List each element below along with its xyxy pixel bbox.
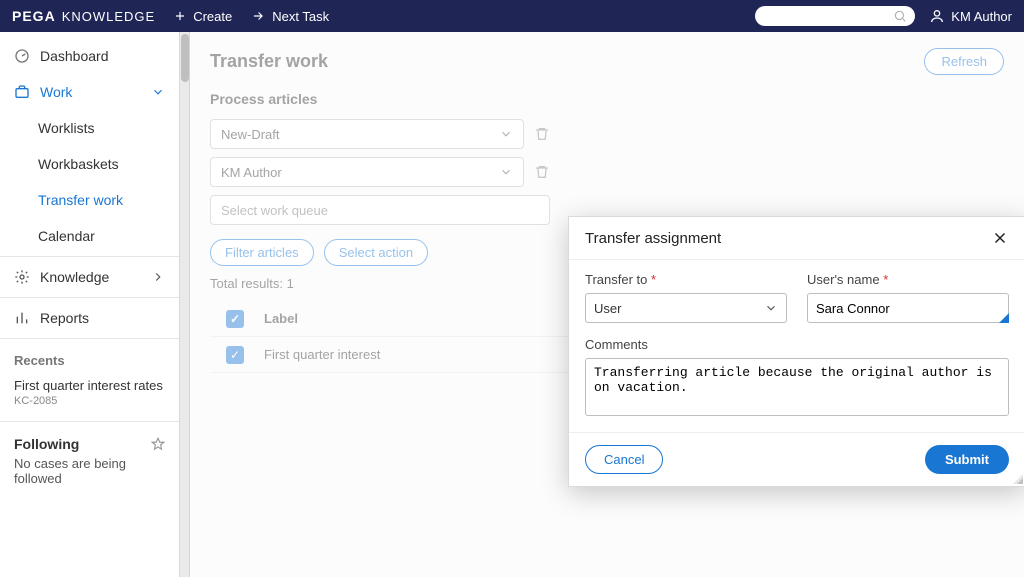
sidebar-item-transfer-work[interactable]: Transfer work [0,182,179,218]
next-task-button[interactable]: Next Task [250,9,329,24]
chevron-right-icon [151,270,165,284]
divider [0,421,179,422]
plus-icon [173,9,187,23]
recents-title: Recents [14,353,165,368]
chevron-down-icon [151,85,165,99]
brand: PEGA KNOWLEDGE [12,8,155,24]
user-name-label: User's name * [807,272,1009,287]
recent-item-label: First quarter interest rates [14,378,165,393]
create-button[interactable]: Create [173,9,232,24]
sidebar-item-label: Worklists [38,120,95,136]
close-button[interactable] [991,229,1009,247]
sidebar-item-label: Calendar [38,228,95,244]
arrow-right-icon [250,9,266,23]
transfer-assignment-modal: Transfer assignment Transfer to * User U… [568,216,1024,487]
gear-icon [14,269,30,285]
next-task-label: Next Task [272,9,329,24]
main: Transfer work Refresh Process articles N… [190,32,1024,577]
autocomplete-indicator [999,313,1009,323]
sidebar-item-calendar[interactable]: Calendar [0,218,179,254]
user-name: KM Author [951,9,1012,24]
transfer-to-select[interactable]: User [585,293,787,323]
sidebar-item-label: Transfer work [38,192,123,208]
recent-item[interactable]: First quarter interest rates KC-2085 [14,378,165,407]
sidebar-item-reports[interactable]: Reports [0,300,179,336]
modal-title: Transfer assignment [585,230,721,247]
sidebar-item-label: Work [40,84,72,100]
search-icon [893,9,907,23]
close-icon [991,229,1009,247]
sidebar-item-label: Knowledge [40,269,109,285]
following-empty: No cases are being followed [14,456,165,486]
sidebar: Dashboard Work Worklists Workbaskets Tra… [0,32,180,577]
user-icon [929,8,945,24]
submit-button[interactable]: Submit [925,445,1009,474]
transfer-to-value: User [594,301,621,316]
star-icon[interactable] [151,437,165,451]
sidebar-item-dashboard[interactable]: Dashboard [0,38,179,74]
transfer-to-label: Transfer to * [585,272,787,287]
resize-handle[interactable] [1011,472,1023,484]
user-menu[interactable]: KM Author [929,8,1012,24]
following-title: Following [14,436,79,452]
chevron-down-icon [764,301,778,315]
sidebar-item-workbaskets[interactable]: Workbaskets [0,146,179,182]
global-search[interactable] [755,6,915,26]
sidebar-item-label: Dashboard [40,48,109,64]
required-asterisk: * [651,272,656,287]
recent-item-id: KC-2085 [14,395,165,407]
comments-label: Comments [585,337,1009,352]
scrollbar-thumb[interactable] [181,34,189,82]
sidebar-item-label: Reports [40,310,89,326]
cancel-button[interactable]: Cancel [585,445,663,474]
following-section: Following No cases are being followed [0,424,179,498]
sidebar-scrollbar[interactable] [180,32,190,577]
nav: Dashboard Work Worklists Workbaskets Tra… [0,32,179,341]
sidebar-item-label: Workbaskets [38,156,119,172]
brand-sub: KNOWLEDGE [62,9,156,24]
briefcase-icon [14,84,30,100]
divider [0,297,179,298]
sidebar-item-knowledge[interactable]: Knowledge [0,259,179,295]
divider [0,338,179,339]
create-label: Create [193,9,232,24]
gauge-icon [14,48,30,64]
recents-section: Recents First quarter interest rates KC-… [0,341,179,419]
divider [0,256,179,257]
app-header: PEGA KNOWLEDGE Create Next Task KM Autho… [0,0,1024,32]
sidebar-item-work[interactable]: Work [0,74,179,110]
label-text: Transfer to [585,272,647,287]
brand-name: PEGA [12,8,56,24]
sidebar-item-worklists[interactable]: Worklists [0,110,179,146]
user-name-input[interactable] [807,293,1009,323]
label-text: User's name [807,272,880,287]
comments-textarea[interactable] [585,358,1009,416]
bar-chart-icon [14,310,30,326]
required-asterisk: * [883,272,888,287]
